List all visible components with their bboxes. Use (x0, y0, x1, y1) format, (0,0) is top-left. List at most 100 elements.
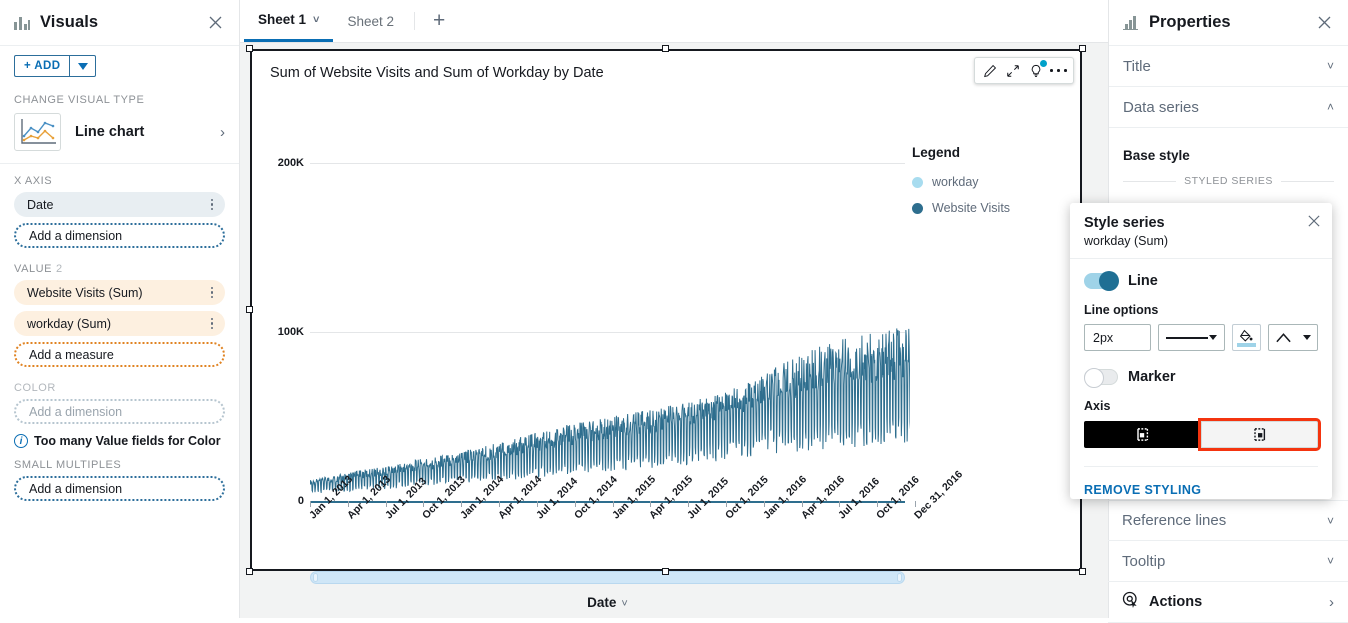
close-icon[interactable] (1314, 13, 1334, 33)
value-drop-target[interactable]: Add a measure (14, 342, 225, 367)
visual-toolbar (974, 57, 1074, 84)
remove-styling-button[interactable]: REMOVE STYLING (1084, 467, 1318, 497)
style-series-body: Line Line options 2px (1070, 259, 1332, 497)
properties-section-data-series[interactable]: Data series ˄ (1109, 87, 1348, 128)
visual-type-selector[interactable]: Line chart › (14, 113, 225, 151)
properties-section-tooltip[interactable]: Tooltip ˅ (1108, 541, 1348, 582)
properties-section-reference-lines[interactable]: Reference lines ˅ (1108, 500, 1348, 541)
add-visual-dropdown-button[interactable] (69, 55, 96, 77)
series-website-visits (310, 103, 910, 502)
tab-label: Sheet 1 (258, 12, 306, 27)
field-pill-date[interactable]: Date (14, 192, 225, 217)
actions-target-icon (1122, 591, 1139, 613)
sheet-area: Sheet 1 ˅ Sheet 2 + Sum of Website Visit… (240, 0, 1108, 618)
styled-series-divider: STYLED SERIES (1109, 163, 1348, 187)
resize-handle-top-left[interactable] (246, 45, 253, 52)
insight-bulb-icon[interactable] (1025, 60, 1046, 81)
toggle-knob (1099, 271, 1119, 291)
marker-toggle-row: Marker (1084, 369, 1318, 385)
chevron-down-icon (78, 63, 88, 70)
x-axis-tick (650, 501, 651, 507)
visual-container[interactable]: Sum of Website Visits and Sum of Workday… (250, 49, 1082, 571)
visuals-panel-title: Visuals (40, 13, 98, 32)
properties-panel-title: Properties (1149, 13, 1231, 32)
resize-handle-top-right[interactable] (1079, 45, 1086, 52)
line-toggle[interactable] (1084, 273, 1118, 289)
style-series-header: Style series workday (Sum) (1070, 203, 1332, 259)
line-width-input[interactable]: 2px (1084, 324, 1151, 351)
legend-item-workday[interactable]: workday (912, 175, 1062, 189)
field-pill-label: Date (27, 198, 53, 212)
change-visual-type-label: CHANGE VISUAL TYPE (0, 83, 239, 111)
resize-handle-middle-left[interactable] (246, 306, 253, 313)
chevron-down-icon: ˅ (621, 598, 627, 610)
x-axis-field-label: Date (587, 595, 616, 610)
add-sheet-button[interactable]: + (421, 0, 457, 42)
style-series-popup: Style series workday (Sum) Line Line opt… (1070, 203, 1332, 499)
x-axis-tick (423, 501, 424, 507)
field-pill-website-visits[interactable]: Website Visits (Sum) (14, 280, 225, 305)
x-axis-tick (348, 501, 349, 507)
line-style-dropdown[interactable] (1158, 324, 1225, 351)
scrollbar-handle-left[interactable] (313, 573, 318, 582)
line-color-button[interactable] (1232, 324, 1261, 351)
base-style-label: Base style (1109, 128, 1348, 163)
solid-line-icon (1166, 337, 1208, 339)
visual-type-name: Line chart (75, 124, 144, 140)
kebab-menu-icon[interactable] (1048, 60, 1069, 81)
chevron-down-icon[interactable]: ˅ (313, 14, 319, 26)
legend-item-website-visits[interactable]: Website Visits (912, 201, 1062, 215)
field-menu-icon[interactable] (208, 197, 217, 213)
chevron-down-icon (1209, 335, 1217, 340)
resize-handle-bottom-left[interactable] (246, 568, 253, 575)
resize-handle-top-middle[interactable] (662, 45, 669, 52)
date-range-scrollbar[interactable] (310, 571, 905, 584)
resize-handle-bottom-middle[interactable] (662, 568, 669, 575)
close-icon[interactable] (1307, 214, 1321, 233)
x-axis-tick (537, 501, 538, 507)
scrollbar-handle-right[interactable] (897, 573, 902, 582)
tab-separator (414, 12, 415, 30)
value-count: 2 (56, 263, 63, 275)
field-menu-icon[interactable] (208, 316, 217, 332)
legend-label: Website Visits (932, 201, 1010, 215)
x-axis-field-button[interactable]: Date ˅ (310, 595, 905, 610)
section-label: Tooltip (1122, 553, 1165, 570)
marker-toggle-label: Marker (1128, 369, 1176, 385)
x-axis-tick (764, 501, 765, 507)
add-visual-button[interactable]: + ADD (14, 55, 69, 77)
right-axis-icon[interactable] (1201, 421, 1318, 448)
sheet-canvas: Sum of Website Visits and Sum of Workday… (240, 43, 1108, 618)
color-drop-target[interactable]: Add a dimension (14, 399, 225, 424)
expand-icon[interactable] (1002, 60, 1023, 81)
line-chart-thumbnail-icon (14, 113, 61, 151)
axis-label: Axis (1084, 399, 1318, 413)
x-axis-tick (726, 501, 727, 507)
small-multiples-drop-target[interactable]: Add a dimension (14, 476, 225, 501)
chevron-right-icon: › (1329, 594, 1334, 611)
tab-sheet-2[interactable]: Sheet 2 (333, 0, 408, 42)
line-shape-dropdown[interactable] (1268, 324, 1318, 351)
field-pill-workday[interactable]: workday (Sum) (14, 311, 225, 336)
properties-section-title[interactable]: Title ˅ (1109, 46, 1348, 87)
x-axis-drop-target[interactable]: Add a dimension (14, 223, 225, 248)
y-tick-label-0: 0 (264, 495, 304, 507)
chart-plot-area: 200K 100K 0 Jan 1, 2013Apr 1, 2013Jul 1,… (252, 103, 1080, 569)
marker-toggle[interactable] (1084, 369, 1118, 385)
properties-actions-row[interactable]: Actions › (1108, 582, 1348, 623)
close-icon[interactable] (205, 13, 225, 33)
left-axis-icon[interactable] (1084, 421, 1201, 448)
style-series-subtitle: workday (Sum) (1084, 234, 1318, 248)
info-icon: i (14, 434, 28, 448)
current-color-swatch (1237, 343, 1256, 347)
section-label: Data series (1123, 99, 1199, 116)
line-toggle-label: Line (1128, 273, 1158, 289)
tab-sheet-1[interactable]: Sheet 1 ˅ (244, 0, 333, 42)
edit-pencil-icon[interactable] (979, 60, 1000, 81)
field-menu-icon[interactable] (208, 285, 217, 301)
x-axis-tick (310, 501, 311, 507)
line-toggle-row: Line (1084, 273, 1318, 289)
tab-label: Sheet 2 (347, 14, 394, 29)
resize-handle-bottom-right[interactable] (1079, 568, 1086, 575)
x-axis-tick (613, 501, 614, 507)
